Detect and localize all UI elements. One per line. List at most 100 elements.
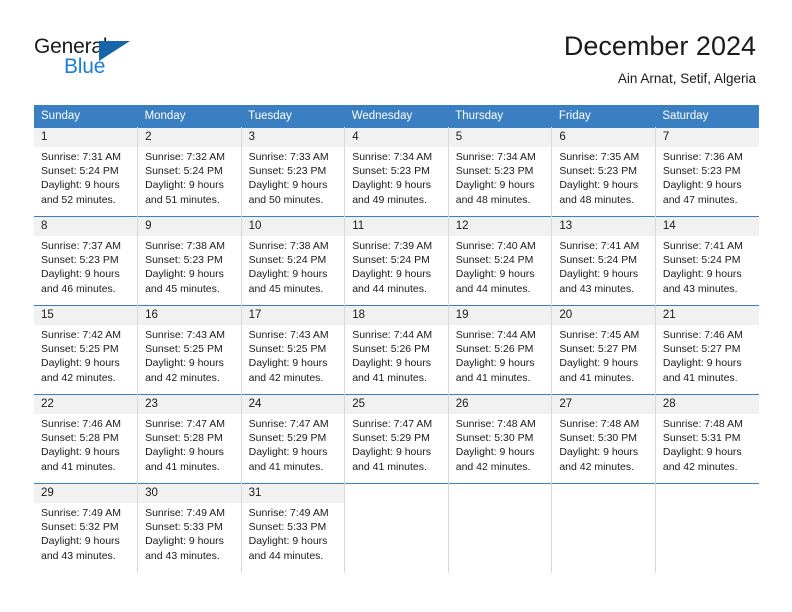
day-cell[interactable]: 29 Sunrise: 7:49 AM Sunset: 5:32 PM Dayligh… bbox=[34, 483, 139, 573]
daylight-text-line2: and 48 minutes. bbox=[455, 193, 531, 206]
day-cell[interactable]: 4 Sunrise: 7:34 AM Sunset: 5:23 PM Daylight… bbox=[344, 127, 449, 217]
day-cell[interactable]: 5 Sunrise: 7:34 AM Sunset: 5:23 PM Daylight… bbox=[448, 127, 553, 217]
day-cell[interactable]: 12 Sunrise: 7:40 AM Sunset: 5:24 PM Dayligh… bbox=[448, 216, 553, 306]
sunset-text: Sunset: 5:26 PM bbox=[352, 343, 430, 356]
day-cell-empty bbox=[448, 483, 553, 573]
daylight-text-line1: Daylight: 9 hours bbox=[352, 179, 431, 192]
day-cell[interactable]: 13 Sunrise: 7:41 AM Sunset: 5:24 PM Dayligh… bbox=[551, 216, 656, 306]
day-cell[interactable]: 20 Sunrise: 7:45 AM Sunset: 5:27 PM Dayligh… bbox=[551, 305, 656, 395]
day-cell[interactable]: 24 Sunrise: 7:47 AM Sunset: 5:29 PM Dayligh… bbox=[241, 394, 346, 484]
day-cell[interactable]: 22 Sunrise: 7:46 AM Sunset: 5:28 PM Dayligh… bbox=[34, 394, 139, 484]
day-number: 18 bbox=[345, 306, 448, 325]
generalblue-logo[interactable]: General Blue bbox=[34, 36, 164, 88]
day-details: Sunrise: 7:47 AM Sunset: 5:29 PM Daylight:… bbox=[345, 414, 447, 474]
day-details: Sunrise: 7:46 AM Sunset: 5:27 PM Daylight:… bbox=[656, 325, 759, 385]
day-cell[interactable]: 21 Sunrise: 7:46 AM Sunset: 5:27 PM Dayligh… bbox=[655, 305, 759, 395]
daylight-text-line2: and 41 minutes. bbox=[41, 460, 116, 473]
weekday-header-monday: Monday bbox=[137, 105, 242, 128]
day-cell[interactable]: 26 Sunrise: 7:48 AM Sunset: 5:30 PM Dayligh… bbox=[448, 394, 553, 484]
weekday-header-sunday: Sunday bbox=[34, 105, 138, 128]
day-cell[interactable]: 19 Sunrise: 7:44 AM Sunset: 5:26 PM Dayligh… bbox=[448, 305, 553, 395]
day-number: 12 bbox=[448, 217, 551, 236]
day-cell[interactable]: 16 Sunrise: 7:43 AM Sunset: 5:25 PM Dayligh… bbox=[137, 305, 242, 395]
daylight-text-line1: Daylight: 9 hours bbox=[559, 357, 639, 370]
sunrise-text: Sunrise: 7:47 AM bbox=[145, 418, 226, 430]
day-details: Sunrise: 7:44 AM Sunset: 5:26 PM Daylight:… bbox=[449, 325, 551, 385]
day-details: Sunrise: 7:38 AM Sunset: 5:24 PM Daylight:… bbox=[242, 236, 344, 296]
day-number: 25 bbox=[345, 395, 448, 414]
page-subtitle-location: Ain Arnat, Setif, Algeria bbox=[617, 71, 756, 86]
day-cell[interactable]: 8 Sunrise: 7:37 AM Sunset: 5:23 PM Daylight… bbox=[34, 216, 139, 306]
day-cell[interactable]: 30 Sunrise: 7:49 AM Sunset: 5:33 PM Dayligh… bbox=[137, 483, 242, 573]
day-details: Sunrise: 7:44 AM Sunset: 5:26 PM Daylight:… bbox=[345, 325, 447, 385]
day-cell[interactable]: 6 Sunrise: 7:35 AM Sunset: 5:23 PM Daylight… bbox=[551, 127, 656, 217]
day-cell[interactable]: 15 Sunrise: 7:42 AM Sunset: 5:25 PM Dayligh… bbox=[34, 305, 139, 395]
day-number: 30 bbox=[138, 484, 241, 503]
sunrise-text: Sunrise: 7:43 AM bbox=[248, 329, 329, 341]
daylight-text-line2: and 44 minutes. bbox=[352, 282, 427, 295]
sunset-text: Sunset: 5:24 PM bbox=[662, 254, 741, 267]
logo-text-blue: Blue bbox=[64, 55, 106, 78]
day-details: Sunrise: 7:46 AM Sunset: 5:28 PM Daylight:… bbox=[34, 414, 137, 474]
daylight-text-line2: and 41 minutes. bbox=[662, 371, 738, 384]
sunset-text: Sunset: 5:23 PM bbox=[41, 254, 119, 267]
daylight-text-line1: Daylight: 9 hours bbox=[248, 268, 328, 281]
weekday-header-friday: Friday bbox=[551, 105, 656, 128]
day-cell[interactable]: 23 Sunrise: 7:47 AM Sunset: 5:28 PM Dayligh… bbox=[137, 394, 242, 484]
day-cell[interactable]: 31 Sunrise: 7:49 AM Sunset: 5:33 PM Dayligh… bbox=[241, 483, 346, 573]
day-cell[interactable]: 10 Sunrise: 7:38 AM Sunset: 5:24 PM Dayligh… bbox=[241, 216, 346, 306]
week-row: 15 Sunrise: 7:42 AM Sunset: 5:25 PM Dayligh… bbox=[34, 305, 759, 395]
day-cell[interactable]: 9 Sunrise: 7:38 AM Sunset: 5:23 PM Daylight… bbox=[137, 216, 242, 306]
sunrise-text: Sunrise: 7:39 AM bbox=[352, 240, 433, 252]
day-cell[interactable]: 11 Sunrise: 7:39 AM Sunset: 5:24 PM Dayligh… bbox=[344, 216, 449, 306]
day-cell[interactable]: 17 Sunrise: 7:43 AM Sunset: 5:25 PM Dayligh… bbox=[241, 305, 346, 395]
daylight-text-line2: and 44 minutes. bbox=[248, 549, 324, 562]
day-cell[interactable]: 3 Sunrise: 7:33 AM Sunset: 5:23 PM Daylight… bbox=[241, 127, 346, 217]
sunrise-text: Sunrise: 7:45 AM bbox=[559, 329, 640, 341]
week-row: 29 Sunrise: 7:49 AM Sunset: 5:32 PM Dayligh… bbox=[34, 483, 759, 573]
day-cell[interactable]: 1 Sunrise: 7:31 AM Sunset: 5:24 PM Daylight… bbox=[34, 127, 139, 217]
day-cell[interactable]: 18 Sunrise: 7:44 AM Sunset: 5:26 PM Dayligh… bbox=[344, 305, 449, 395]
daylight-text-line1: Daylight: 9 hours bbox=[248, 179, 328, 192]
day-details: Sunrise: 7:41 AM Sunset: 5:24 PM Daylight:… bbox=[552, 236, 654, 296]
day-cell[interactable]: 2 Sunrise: 7:32 AM Sunset: 5:24 PM Daylight… bbox=[137, 127, 242, 217]
calendar-body: 1 Sunrise: 7:31 AM Sunset: 5:24 PM Daylight… bbox=[34, 127, 759, 573]
daylight-text-line2: and 44 minutes. bbox=[455, 282, 531, 295]
daylight-text-line1: Daylight: 9 hours bbox=[662, 446, 742, 459]
day-number: 14 bbox=[655, 217, 759, 236]
day-number: 15 bbox=[34, 306, 137, 325]
daylight-text-line1: Daylight: 9 hours bbox=[455, 357, 535, 370]
week-row: 22 Sunrise: 7:46 AM Sunset: 5:28 PM Dayligh… bbox=[34, 394, 759, 484]
daylight-text-line2: and 45 minutes. bbox=[248, 282, 324, 295]
day-details: Sunrise: 7:31 AM Sunset: 5:24 PM Daylight:… bbox=[34, 147, 137, 207]
day-cell[interactable]: 7 Sunrise: 7:36 AM Sunset: 5:23 PM Daylight… bbox=[655, 127, 759, 217]
day-details: Sunrise: 7:34 AM Sunset: 5:23 PM Daylight:… bbox=[449, 147, 551, 207]
sunrise-text: Sunrise: 7:43 AM bbox=[145, 329, 226, 341]
daylight-text-line1: Daylight: 9 hours bbox=[662, 357, 742, 370]
day-number: 8 bbox=[34, 217, 137, 236]
day-cell[interactable]: 27 Sunrise: 7:48 AM Sunset: 5:30 PM Dayligh… bbox=[551, 394, 656, 484]
day-number: 24 bbox=[241, 395, 344, 414]
daylight-text-line2: and 42 minutes. bbox=[662, 460, 738, 473]
sunrise-text: Sunrise: 7:33 AM bbox=[248, 151, 329, 163]
sunset-text: Sunset: 5:27 PM bbox=[559, 343, 637, 356]
daylight-text-line1: Daylight: 9 hours bbox=[248, 535, 328, 548]
daylight-text-line2: and 49 minutes. bbox=[352, 193, 427, 206]
day-details: Sunrise: 7:48 AM Sunset: 5:30 PM Daylight:… bbox=[552, 414, 654, 474]
day-cell[interactable]: 25 Sunrise: 7:47 AM Sunset: 5:29 PM Dayligh… bbox=[344, 394, 449, 484]
day-details: Sunrise: 7:42 AM Sunset: 5:25 PM Daylight:… bbox=[34, 325, 137, 385]
day-details: Sunrise: 7:41 AM Sunset: 5:24 PM Daylight:… bbox=[656, 236, 759, 296]
daylight-text-line1: Daylight: 9 hours bbox=[662, 179, 742, 192]
sunset-text: Sunset: 5:28 PM bbox=[145, 432, 223, 445]
daylight-text-line2: and 43 minutes. bbox=[41, 549, 116, 562]
day-details: Sunrise: 7:36 AM Sunset: 5:23 PM Daylight:… bbox=[656, 147, 759, 207]
daylight-text-line1: Daylight: 9 hours bbox=[41, 268, 120, 281]
daylight-text-line2: and 41 minutes. bbox=[248, 460, 324, 473]
daylight-text-line1: Daylight: 9 hours bbox=[455, 179, 535, 192]
sunset-text: Sunset: 5:23 PM bbox=[248, 165, 327, 178]
sunset-text: Sunset: 5:32 PM bbox=[41, 521, 119, 534]
day-cell[interactable]: 28 Sunrise: 7:48 AM Sunset: 5:31 PM Dayligh… bbox=[655, 394, 759, 484]
sunset-text: Sunset: 5:24 PM bbox=[41, 165, 119, 178]
daylight-text-line1: Daylight: 9 hours bbox=[352, 268, 431, 281]
day-cell[interactable]: 14 Sunrise: 7:41 AM Sunset: 5:24 PM Dayligh… bbox=[655, 216, 759, 306]
